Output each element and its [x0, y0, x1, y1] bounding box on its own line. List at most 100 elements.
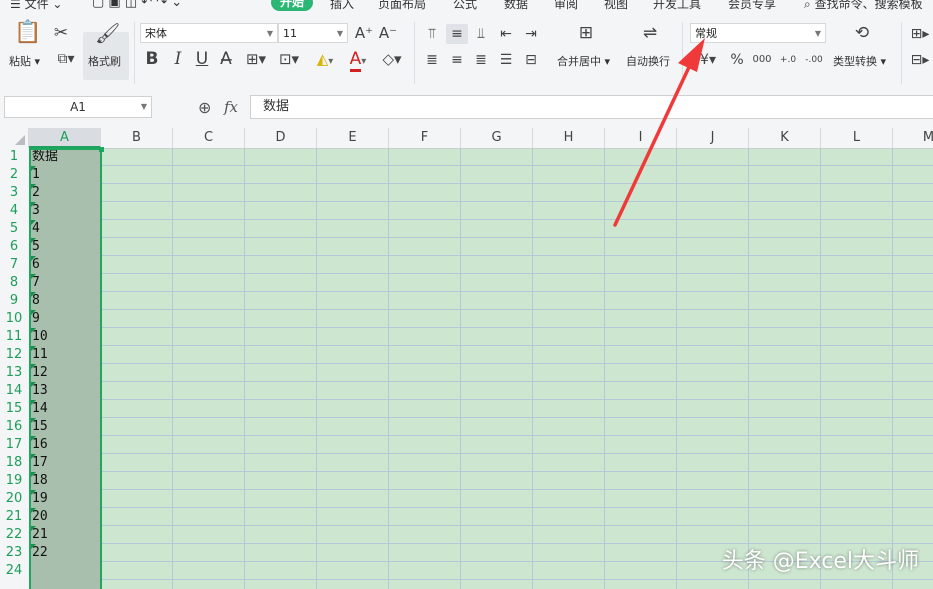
- font-color-button[interactable]: A▾: [344, 49, 372, 72]
- row-header-15[interactable]: 15: [0, 400, 28, 418]
- indent-increase-icon[interactable]: ⇥: [522, 27, 540, 41]
- fx-icon[interactable]: fx: [224, 98, 238, 116]
- row-header-12[interactable]: 12: [0, 346, 28, 364]
- row-header-21[interactable]: 21: [0, 508, 28, 526]
- increase-font-icon[interactable]: A⁺: [354, 24, 374, 42]
- column-header-e[interactable]: E: [317, 128, 389, 148]
- font-name-dropdown[interactable]: 宋体 ▼: [140, 23, 278, 43]
- fill-handle[interactable]: [99, 147, 104, 152]
- quick-access-icons[interactable]: ▢ ▣ ◫ ↶ ↷ ⌄: [92, 0, 182, 10]
- column-header-l[interactable]: L: [821, 128, 893, 148]
- row-header-8[interactable]: 8: [0, 274, 28, 292]
- name-box[interactable]: A1 ▼: [4, 96, 152, 118]
- column-header-b[interactable]: B: [101, 128, 173, 148]
- column-header-h[interactable]: H: [533, 128, 605, 148]
- align-top-icon[interactable]: ⫪: [423, 27, 441, 41]
- tab-developer[interactable]: 开发工具: [653, 0, 701, 12]
- currency-icon[interactable]: ¥▾: [696, 53, 720, 67]
- align-middle-icon[interactable]: ≡: [446, 24, 468, 44]
- type-convert-icon[interactable]: ⟲: [850, 24, 874, 42]
- column-header-c[interactable]: C: [173, 128, 245, 148]
- table-style-icon[interactable]: ⊟▸: [910, 53, 930, 67]
- decrease-decimal-button[interactable]: -.00: [803, 53, 825, 67]
- thousands-button[interactable]: 000: [752, 53, 772, 67]
- search-command[interactable]: ⌕ 查找命令、搜索模板: [804, 0, 923, 12]
- tab-insert[interactable]: 插入: [330, 0, 354, 12]
- bold-button[interactable]: B: [144, 50, 160, 68]
- align-right-icon[interactable]: ≣: [472, 53, 490, 67]
- underline-button[interactable]: U: [194, 50, 210, 68]
- row-header-6[interactable]: 6: [0, 238, 28, 256]
- select-all-corner[interactable]: [0, 128, 29, 148]
- row-header-22[interactable]: 22: [0, 526, 28, 544]
- row-header-4[interactable]: 4: [0, 202, 28, 220]
- column-header-k[interactable]: K: [749, 128, 821, 148]
- row-header-7[interactable]: 7: [0, 256, 28, 274]
- format-painter-button[interactable]: 格式刷: [88, 53, 121, 69]
- tab-review[interactable]: 审阅: [554, 0, 578, 12]
- tab-formulas[interactable]: 公式: [453, 0, 477, 12]
- row-header-3[interactable]: 3: [0, 184, 28, 202]
- formula-input[interactable]: 数据: [250, 95, 933, 119]
- align-left-icon[interactable]: ≣: [423, 53, 441, 67]
- row-header-2[interactable]: 2: [0, 166, 28, 184]
- cell-area[interactable]: [29, 148, 933, 589]
- percent-button[interactable]: %: [728, 53, 746, 67]
- distribute-icon[interactable]: ⊟: [522, 53, 540, 67]
- row-header-18[interactable]: 18: [0, 454, 28, 472]
- row-header-10[interactable]: 10: [0, 310, 28, 328]
- column-header-d[interactable]: D: [245, 128, 317, 148]
- merge-center-icon[interactable]: ⊞: [574, 24, 598, 42]
- row-header-20[interactable]: 20: [0, 490, 28, 508]
- number-format-dropdown[interactable]: 常规 ▼: [690, 23, 826, 43]
- cut-icon[interactable]: ✂: [52, 24, 70, 42]
- fill-color-icon[interactable]: ◭▾: [310, 50, 340, 71]
- decrease-font-icon[interactable]: A⁻: [378, 24, 398, 42]
- indent-decrease-icon[interactable]: ⇤: [497, 27, 515, 41]
- name-box-value: A1: [70, 100, 86, 114]
- row-header-9[interactable]: 9: [0, 292, 28, 310]
- format-painter-icon[interactable]: 🖌: [95, 23, 120, 43]
- row-header-11[interactable]: 11: [0, 328, 28, 346]
- row-header-16[interactable]: 16: [0, 418, 28, 436]
- tab-home[interactable]: 开始: [271, 0, 314, 11]
- merge-center-button[interactable]: 合并居中 ▾: [557, 53, 610, 69]
- copy-icon[interactable]: ⧉▾: [52, 50, 80, 68]
- row-header-19[interactable]: 19: [0, 472, 28, 490]
- clear-format-icon[interactable]: ◇▾: [378, 50, 406, 68]
- align-center-icon[interactable]: ≡: [448, 53, 466, 67]
- menu-file[interactable]: ☰ 文件 ⌄: [10, 0, 62, 12]
- row-header-23[interactable]: 23: [0, 544, 28, 562]
- justify-icon[interactable]: ☰: [497, 53, 515, 67]
- row-header-17[interactable]: 17: [0, 436, 28, 454]
- row-header-13[interactable]: 13: [0, 364, 28, 382]
- column-header-a[interactable]: A: [29, 128, 101, 148]
- tab-page-layout[interactable]: 页面布局: [378, 0, 426, 12]
- align-bottom-icon[interactable]: ⫫: [472, 27, 490, 41]
- paste-icon[interactable]: 📋: [14, 22, 41, 44]
- wrap-text-icon[interactable]: ⇌: [638, 24, 662, 42]
- paste-button[interactable]: 粘贴 ▾: [9, 53, 40, 69]
- column-header-m[interactable]: M: [893, 128, 933, 148]
- zoom-icon[interactable]: ⊕: [198, 98, 211, 117]
- tab-member[interactable]: 会员专享: [728, 0, 776, 12]
- row-header-14[interactable]: 14: [0, 382, 28, 400]
- italic-button[interactable]: I: [170, 50, 186, 68]
- column-header-f[interactable]: F: [389, 128, 461, 148]
- increase-decimal-button[interactable]: +.0: [777, 53, 799, 67]
- border-icon[interactable]: ⊞▾: [242, 50, 270, 68]
- row-header-5[interactable]: 5: [0, 220, 28, 238]
- column-header-g[interactable]: G: [461, 128, 533, 148]
- column-header-j[interactable]: J: [677, 128, 749, 148]
- row-header-1[interactable]: 1: [0, 148, 28, 166]
- wrap-text-button[interactable]: 自动换行: [626, 53, 670, 69]
- strikethrough-icon[interactable]: A̶: [218, 50, 234, 68]
- cell-style-icon[interactable]: ⊡▾: [275, 50, 303, 68]
- tab-view[interactable]: 视图: [604, 0, 628, 12]
- font-size-dropdown[interactable]: 11 ▼: [278, 23, 348, 43]
- conditional-format-icon[interactable]: ⊞▸: [910, 27, 930, 41]
- row-header-24[interactable]: 24: [0, 562, 28, 580]
- column-header-i[interactable]: I: [605, 128, 677, 148]
- tab-data[interactable]: 数据: [504, 0, 528, 12]
- type-convert-button[interactable]: 类型转换 ▾: [833, 53, 886, 69]
